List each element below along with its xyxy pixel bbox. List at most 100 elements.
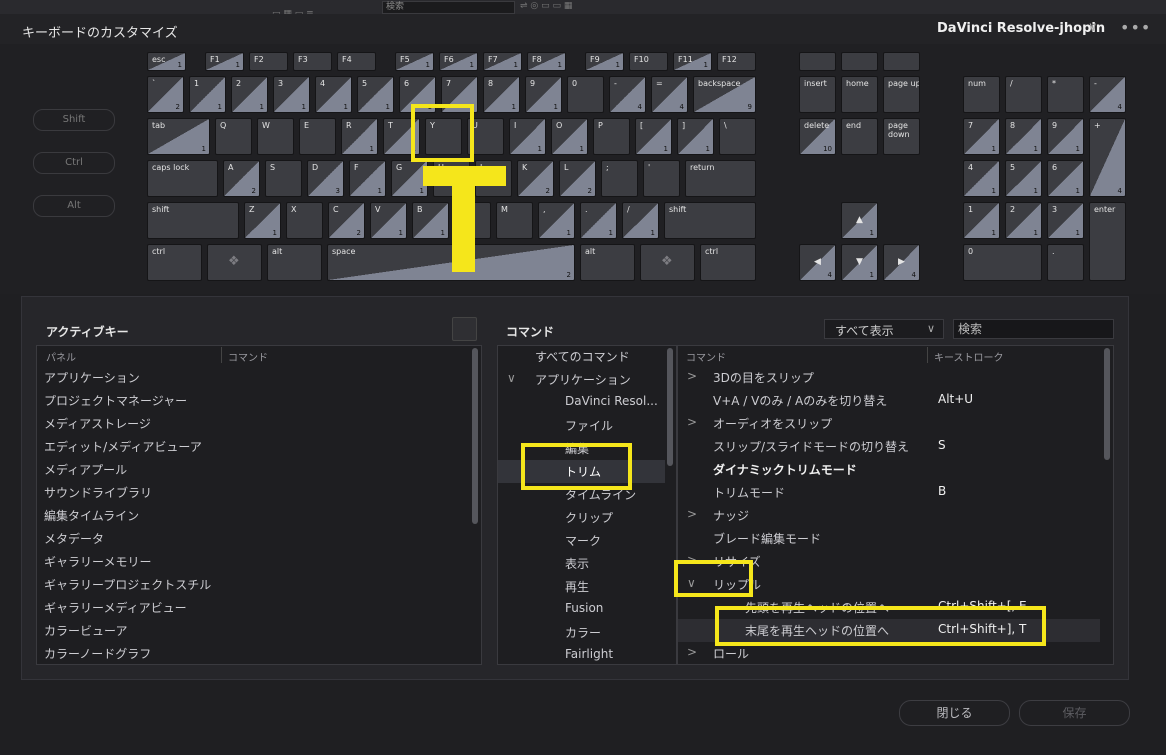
command-row-label[interactable]: 3Dの目をスリップ xyxy=(713,369,814,386)
key-18[interactable]: 51 xyxy=(357,76,394,113)
key-24[interactable]: -4 xyxy=(609,76,646,113)
key-80[interactable]: end xyxy=(841,118,878,155)
toolbar-search-input[interactable]: 検索 xyxy=(382,1,515,14)
key-66[interactable]: ctrl xyxy=(147,244,202,281)
key-28[interactable]: Q xyxy=(215,118,252,155)
list-item[interactable]: メディアストレージ xyxy=(44,415,151,432)
tree-item[interactable]: Fusion xyxy=(565,601,603,615)
command-row-label[interactable]: ブレード編集モード xyxy=(713,530,821,547)
key-69[interactable]: space 2 xyxy=(327,244,575,281)
key-41[interactable]: caps lock xyxy=(147,160,218,197)
key-22[interactable]: 91 xyxy=(525,76,562,113)
key-98[interactable]: 21 xyxy=(1005,202,1042,239)
chevron-right-icon[interactable]: > xyxy=(687,645,697,659)
key-23[interactable]: 0 xyxy=(567,76,604,113)
key-97[interactable]: 11 xyxy=(963,202,1000,239)
key-82[interactable]: ▲ 1 xyxy=(841,202,878,239)
column-header-keystroke[interactable]: キーストローク xyxy=(934,349,1004,364)
command-row-label[interactable]: スリップ/スライドモードの切り替え xyxy=(713,438,909,455)
key-88[interactable]: * xyxy=(1047,76,1084,113)
key-2[interactable]: F2 xyxy=(249,52,288,71)
key-83[interactable]: ◀ 4 xyxy=(799,244,836,281)
key-61[interactable]: M xyxy=(496,202,533,239)
key-100[interactable]: enter xyxy=(1089,202,1126,281)
close-button[interactable]: 閉じる xyxy=(899,700,1010,726)
key-81[interactable]: page down xyxy=(883,118,920,155)
key-39[interactable]: ] 1 xyxy=(677,118,714,155)
command-row-label[interactable]: トリムモード xyxy=(713,484,785,501)
key-96[interactable]: 61 xyxy=(1047,160,1084,197)
list-item[interactable]: サウンドライブラリ xyxy=(44,484,152,501)
key-92[interactable]: 91 xyxy=(1047,118,1084,155)
key-44[interactable]: D3 xyxy=(307,160,344,197)
key-27[interactable]: tab 1 xyxy=(147,118,210,155)
key-68[interactable]: alt xyxy=(267,244,322,281)
modifier-alt-button[interactable]: Alt xyxy=(33,195,115,217)
key-25[interactable]: = 4 xyxy=(651,76,688,113)
key-45[interactable]: F1 xyxy=(349,160,386,197)
list-item[interactable]: カラーノードグラフ xyxy=(44,645,151,662)
key-102[interactable]: . xyxy=(1047,244,1084,281)
list-item[interactable]: メディアプール xyxy=(44,461,127,478)
list-item[interactable]: カラービューア xyxy=(44,622,128,639)
tree-item[interactable]: ファイル xyxy=(565,417,613,434)
key-9[interactable]: F9 1 xyxy=(585,52,624,71)
command-row-keystroke[interactable]: B xyxy=(938,484,946,498)
list-item[interactable]: プロジェクトマネージャー xyxy=(44,392,187,409)
key-58[interactable]: V1 xyxy=(370,202,407,239)
key-10[interactable]: F10 xyxy=(629,52,668,71)
key-4[interactable]: F4 xyxy=(337,52,376,71)
list-item[interactable]: ギャラリーメディアビュー xyxy=(44,599,187,616)
chevron-right-icon[interactable]: > xyxy=(687,507,697,521)
active-keys-scrollbar[interactable] xyxy=(472,348,478,524)
modifier-shift-button[interactable]: Shift xyxy=(33,109,115,131)
key-6[interactable]: F6 1 xyxy=(439,52,478,71)
key-0[interactable]: esc 1 xyxy=(147,52,186,71)
key-77[interactable]: home xyxy=(841,76,878,113)
tree-item[interactable]: カラー xyxy=(565,624,601,641)
tree-item[interactable]: 表示 xyxy=(565,555,589,572)
key-38[interactable]: [1 xyxy=(635,118,672,155)
key-63[interactable]: .1 xyxy=(580,202,617,239)
key-26[interactable]: backspace 9 xyxy=(693,76,756,113)
chevron-right-icon[interactable]: > xyxy=(687,369,697,383)
chevron-right-icon[interactable]: > xyxy=(687,415,697,429)
key-54[interactable]: shift xyxy=(147,202,239,239)
key-62[interactable]: ,1 xyxy=(538,202,575,239)
key-21[interactable]: 81 xyxy=(483,76,520,113)
key-93[interactable]: +4 xyxy=(1089,118,1126,197)
key-1[interactable]: F1 1 xyxy=(205,52,244,71)
chevron-down-icon[interactable]: ∨ xyxy=(1088,20,1098,35)
command-row-keystroke[interactable]: Alt+U xyxy=(938,392,973,406)
key-35[interactable]: I1 xyxy=(509,118,546,155)
key-31[interactable]: R1 xyxy=(341,118,378,155)
key-43[interactable]: S xyxy=(265,160,302,197)
key-56[interactable]: X xyxy=(286,202,323,239)
key-42[interactable]: A2 xyxy=(223,160,260,197)
key-3[interactable]: F3 xyxy=(293,52,332,71)
key-52[interactable]: ' xyxy=(643,160,680,197)
modifier-ctrl-button[interactable]: Ctrl xyxy=(33,152,115,174)
key-95[interactable]: 51 xyxy=(1005,160,1042,197)
key-17[interactable]: 41 xyxy=(315,76,352,113)
list-item[interactable]: メタデータ xyxy=(44,530,104,547)
tree-scrollbar[interactable] xyxy=(667,348,673,466)
filter-dropdown[interactable]: すべて表示 ∨ xyxy=(824,319,944,339)
chevron-down-icon[interactable]: ∨ xyxy=(507,371,516,385)
list-item[interactable]: アプリケーション xyxy=(44,369,140,386)
key-94[interactable]: 41 xyxy=(963,160,1000,197)
key-87[interactable]: / xyxy=(1005,76,1042,113)
key-101[interactable]: 0 xyxy=(963,244,1042,281)
key-55[interactable]: Z1 xyxy=(244,202,281,239)
key-79[interactable]: delete 10 xyxy=(799,118,836,155)
column-header-command[interactable]: コマンド xyxy=(686,349,726,364)
tree-item[interactable]: クリップ xyxy=(565,509,613,526)
command-row-label[interactable]: ロール xyxy=(713,645,749,662)
key-30[interactable]: E xyxy=(299,118,336,155)
key-11[interactable]: F11 1 xyxy=(673,52,712,71)
key-40[interactable]: \ xyxy=(719,118,756,155)
tree-item[interactable]: すべてのコマンド xyxy=(535,348,630,365)
key-71[interactable]: ❖ xyxy=(640,244,695,281)
toolbar-right-icons[interactable]: ⇌ ◎ ▭ ▭ ▦ xyxy=(520,1,572,11)
key-59[interactable]: B1 xyxy=(412,202,449,239)
